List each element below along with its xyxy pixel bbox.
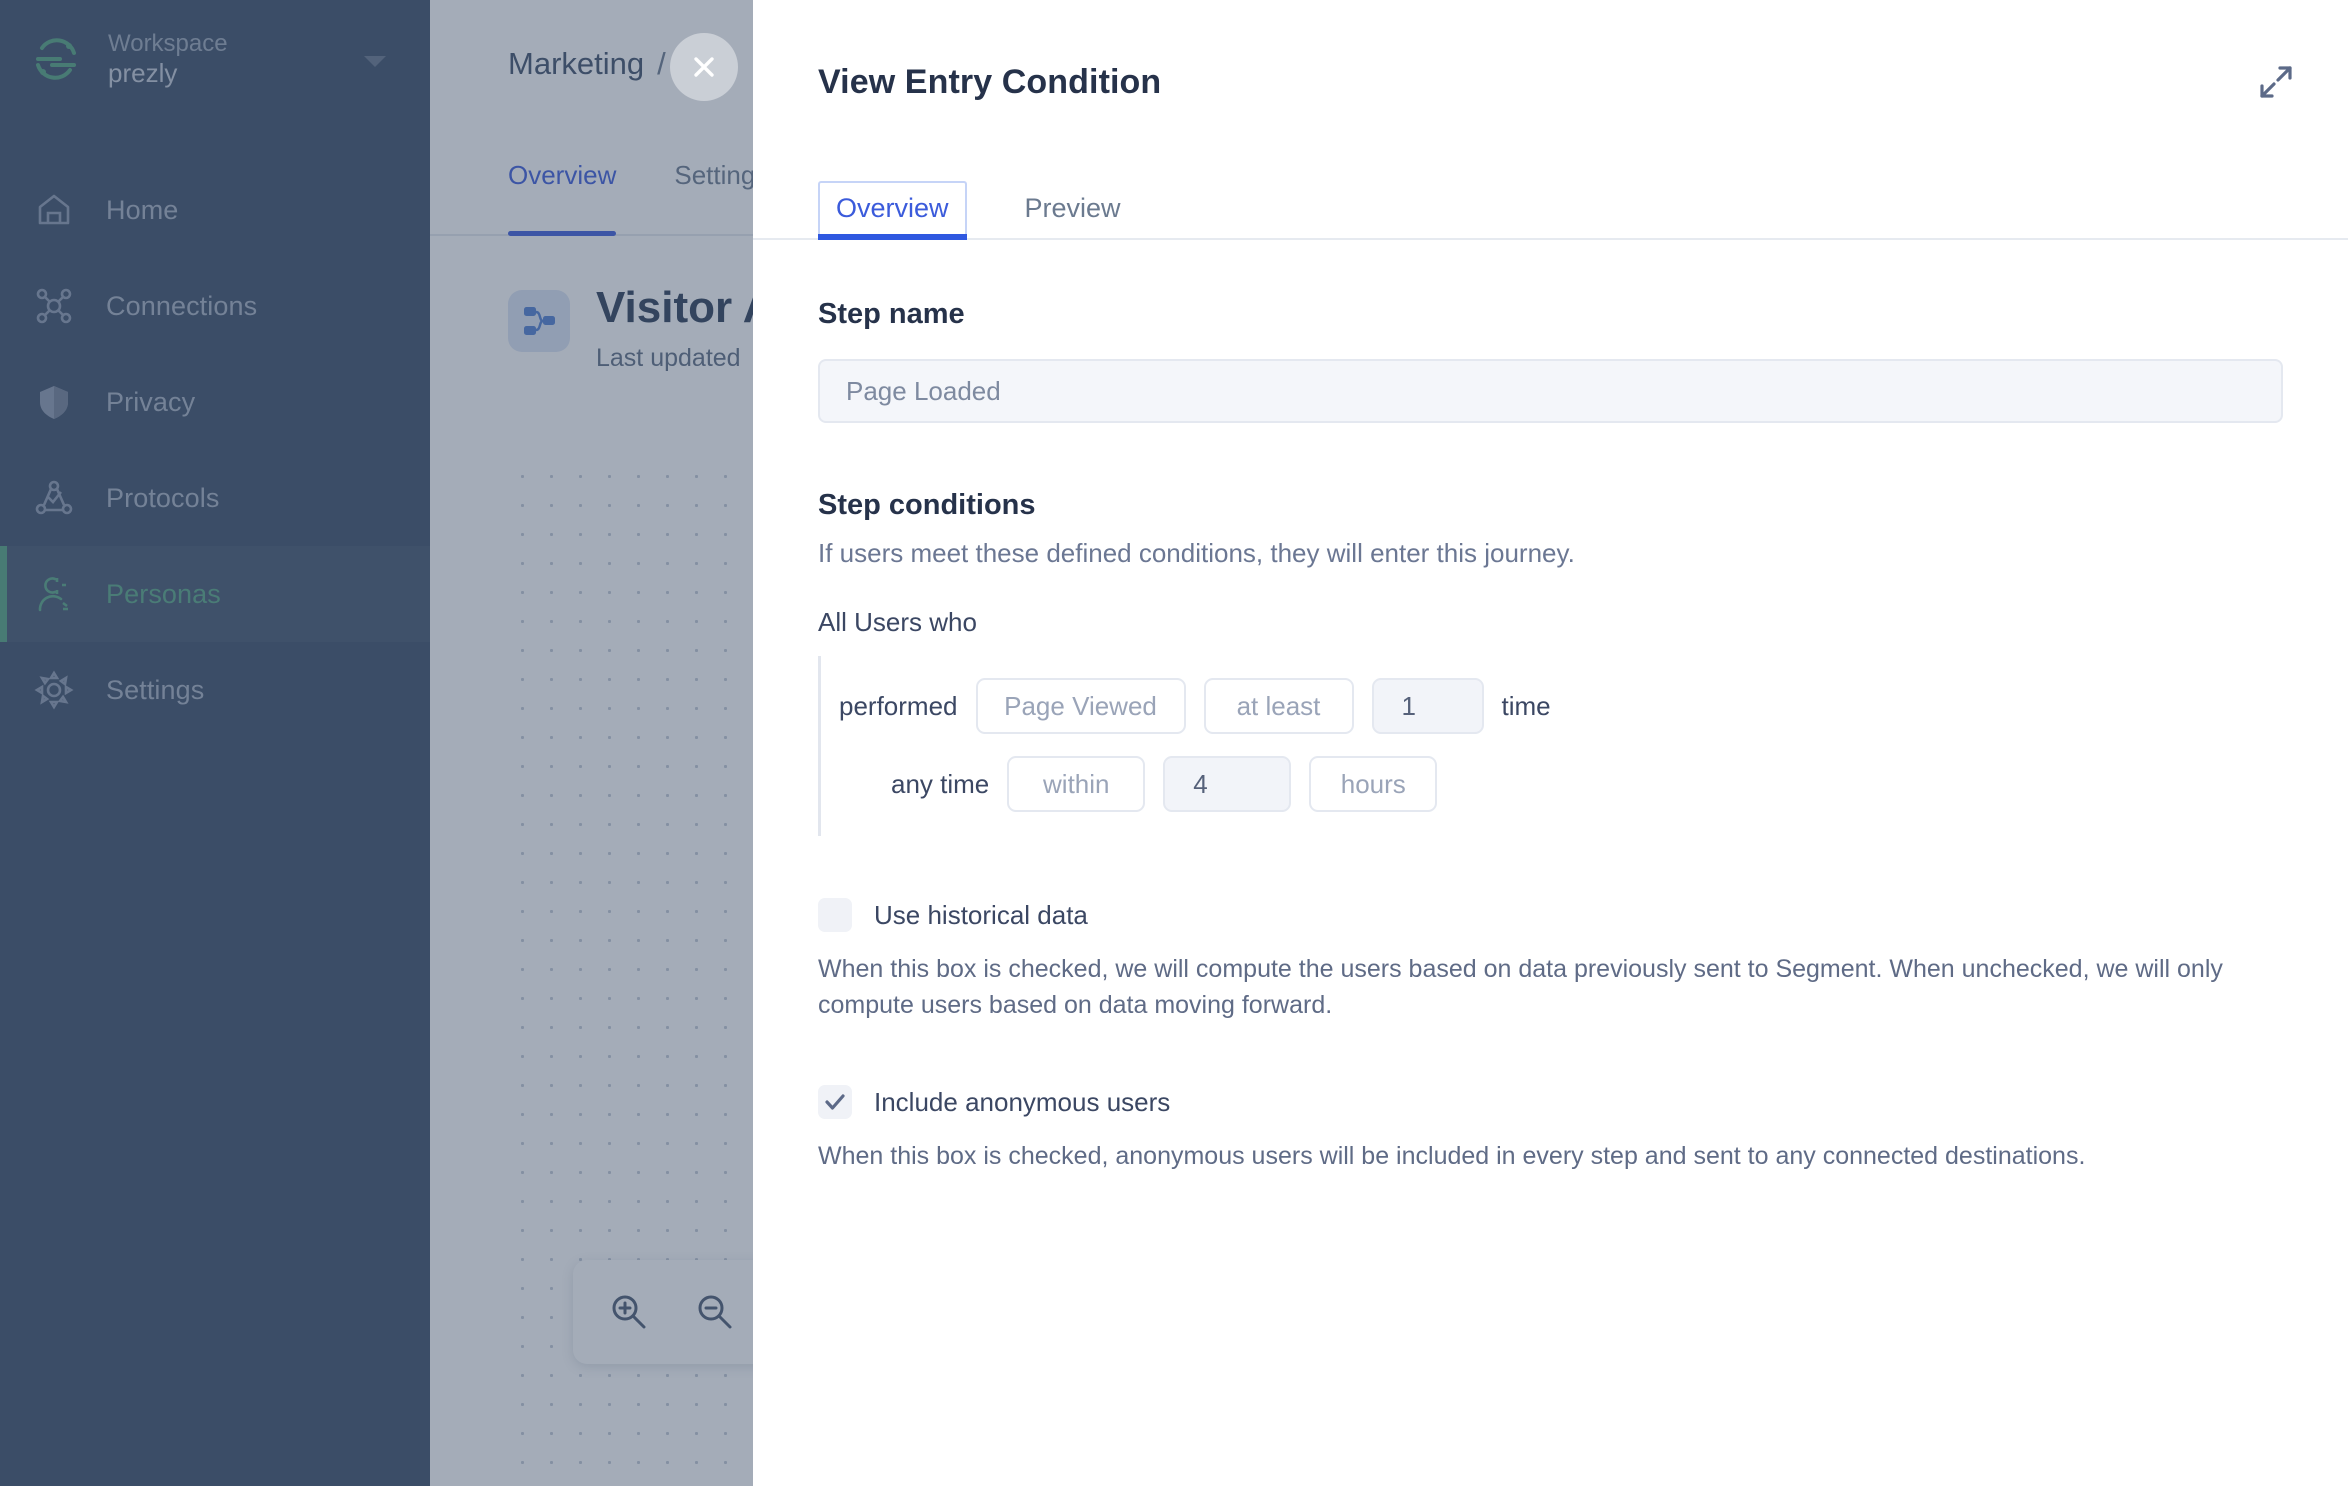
entry-condition-modal: View Entry Condition Overview Preview St… [753, 0, 2348, 1486]
audience-label: All Users who [818, 607, 977, 637]
modal-tab-bar: Overview Preview [753, 164, 2348, 240]
modal-header: View Entry Condition [753, 0, 2348, 164]
close-modal-button[interactable] [670, 33, 738, 101]
step-name-heading: Step name [818, 298, 965, 330]
modal-tab-overview[interactable]: Overview [818, 181, 967, 240]
anonymous-users-group: Include anonymous users When this box is… [818, 1085, 2283, 1175]
app-root: Workspace prezly Home Connections Privac… [0, 0, 2348, 1486]
operator-select[interactable]: at least [1203, 678, 1354, 734]
modal-tab-preview[interactable]: Preview [1009, 183, 1137, 238]
window-period-select[interactable]: hours [1309, 756, 1438, 812]
step-conditions-heading: Step conditions [818, 489, 1036, 521]
anonymous-users-checkbox[interactable] [818, 1085, 852, 1119]
check-icon [825, 1094, 845, 1110]
historical-data-description: When this box is checked, we will comput… [818, 955, 2223, 1019]
window-select[interactable]: within [1007, 756, 1146, 812]
window-amount-input[interactable]: 4 [1163, 756, 1292, 812]
historical-data-row: Use historical data [818, 898, 2283, 932]
anonymous-users-row: Include anonymous users [818, 1085, 2283, 1119]
expand-icon[interactable] [2256, 62, 2296, 102]
historical-data-group: Use historical data When this box is che… [818, 898, 2283, 1023]
close-icon [694, 57, 714, 77]
step-conditions-description: If users meet these defined conditions, … [818, 538, 1575, 568]
anonymous-users-label: Include anonymous users [874, 1086, 1171, 1117]
timeframe-label: any time [891, 768, 990, 799]
event-select[interactable]: Page Viewed [975, 678, 1186, 734]
historical-data-label: Use historical data [874, 899, 1088, 930]
count-input[interactable]: 1 [1371, 678, 1484, 734]
step-name-input[interactable]: Page Loaded [818, 359, 2283, 423]
condition-block: performed Page Viewed at least 1 time an… [818, 656, 2283, 836]
step-name-section: Step name Page Loaded [818, 298, 2283, 423]
historical-data-checkbox[interactable] [818, 898, 852, 932]
count-unit-label: time [1501, 690, 1551, 721]
modal-title: View Entry Condition [818, 62, 1162, 101]
condition-row-performed: performed Page Viewed at least 1 time [839, 676, 2283, 736]
step-conditions-section: Step conditions If users meet these defi… [818, 489, 2283, 836]
condition-row-timeframe: any time within 4 hours [839, 754, 2283, 814]
anonymous-users-description: When this box is checked, anonymous user… [818, 1142, 2086, 1170]
condition-verb-label: performed [839, 690, 958, 721]
modal-body: Step name Page Loaded Step conditions If… [753, 240, 2348, 1486]
